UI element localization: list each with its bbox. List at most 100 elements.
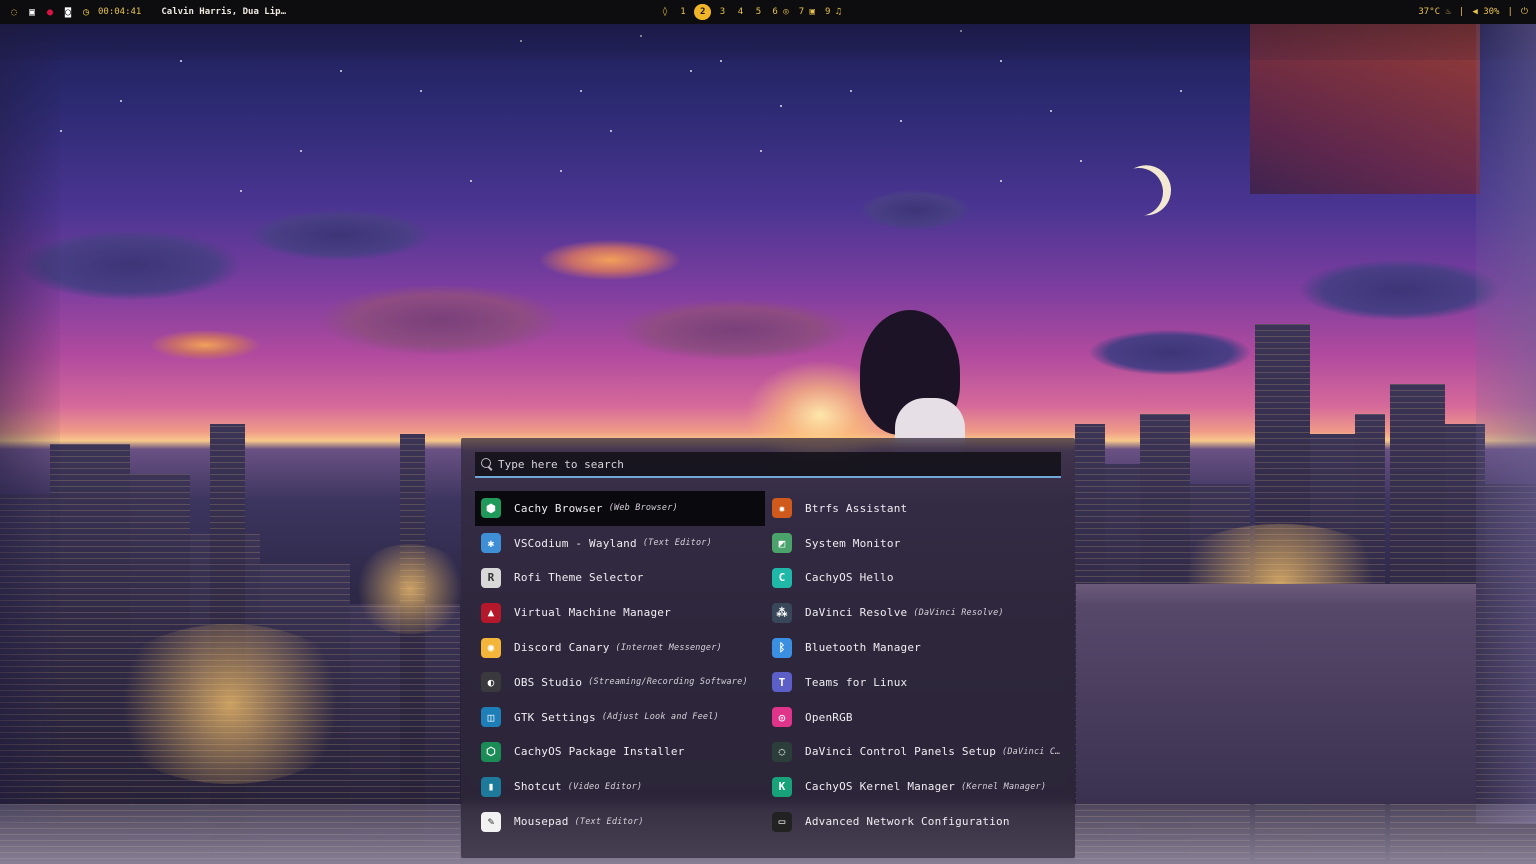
launcher-item[interactable]: ✎ Mousepad (Text Editor) bbox=[475, 804, 765, 839]
app-name: DaVinci Control Panels Setup bbox=[805, 745, 997, 759]
launcher-item[interactable]: ▮ Shotcut (Video Editor) bbox=[475, 769, 765, 804]
launcher-item[interactable]: ✱ VSCodium - Wayland (Text Editor) bbox=[475, 526, 765, 561]
app-name: OpenRGB bbox=[805, 710, 853, 724]
discord-tray-icon[interactable]: ◙ bbox=[62, 6, 74, 18]
crescent-moon bbox=[1108, 161, 1170, 223]
app-name: CachyOS Kernel Manager bbox=[805, 780, 956, 794]
recording-icon[interactable]: ● bbox=[44, 6, 56, 18]
app-description: (DaVinci Contr… bbox=[1002, 746, 1061, 757]
launcher-item[interactable]: ⁂ DaVinci Resolve (DaVinci Resolve) bbox=[766, 595, 1061, 630]
app-name: Cachy Browser bbox=[514, 501, 603, 515]
app-name: VSCodium - Wayland bbox=[514, 536, 637, 550]
gtk-settings-icon: ◫ bbox=[481, 707, 501, 728]
launcher-item[interactable]: ◎ OpenRGB bbox=[766, 700, 1061, 735]
cloud bbox=[1300, 260, 1500, 320]
launcher-item[interactable]: K CachyOS Kernel Manager (Kernel Manager) bbox=[766, 769, 1061, 804]
volume-readout[interactable]: ◀ 30% bbox=[1472, 7, 1499, 17]
launcher-item[interactable]: ◌ DaVinci Control Panels Setup (DaVinci Co… bbox=[766, 735, 1061, 770]
search-icon bbox=[481, 458, 493, 470]
obs-studio-icon: ◐ bbox=[481, 672, 501, 693]
star bbox=[120, 100, 122, 102]
star bbox=[690, 70, 692, 72]
discord-canary-icon: ◉ bbox=[481, 637, 501, 658]
window-frame-left bbox=[0, 20, 60, 824]
launcher-item[interactable]: ⬡ CachyOS Package Installer bbox=[475, 735, 765, 770]
media-title[interactable]: Calvin Harris, Dua Lip… bbox=[161, 7, 286, 17]
mousepad-icon: ✎ bbox=[481, 811, 501, 832]
search-input[interactable] bbox=[498, 457, 1061, 471]
launcher-item[interactable]: C CachyOS Hello bbox=[766, 561, 1061, 596]
app-name: CachyOS Package Installer bbox=[514, 745, 685, 759]
rofi-theme-icon: R bbox=[481, 567, 501, 588]
launcher-item[interactable]: ✹ Btrfs Assistant bbox=[766, 491, 1061, 526]
workspace-3[interactable]: 3 bbox=[715, 4, 729, 20]
app-description: (Internet Messenger) bbox=[615, 642, 722, 653]
monitor-icon[interactable]: ▣ bbox=[26, 6, 38, 18]
star bbox=[180, 60, 182, 62]
vscodium-icon: ✱ bbox=[481, 533, 501, 554]
rooftop-ledge bbox=[1076, 584, 1476, 804]
star bbox=[900, 120, 902, 122]
star bbox=[1180, 90, 1182, 92]
star bbox=[580, 90, 582, 92]
app-description: (Kernel Manager) bbox=[961, 781, 1047, 792]
workspace-switcher: ◊ 1 2 3 4 5 6 ◎ 7 ▣ 9 ♫ bbox=[658, 0, 844, 24]
launcher-item[interactable]: T Teams for Linux bbox=[766, 665, 1061, 700]
bar-right-section: 37°C ♨ | ◀ 30% | ⏻ bbox=[1418, 0, 1528, 24]
launcher-item[interactable]: ◉ Discord Canary (Internet Messenger) bbox=[475, 630, 765, 665]
workspace-5[interactable]: 5 bbox=[751, 4, 765, 20]
app-name: Advanced Network Configuration bbox=[805, 815, 1010, 829]
launcher-item[interactable]: ▭ Advanced Network Configuration bbox=[766, 804, 1061, 839]
power-icon[interactable]: ⏻ bbox=[1521, 7, 1528, 17]
star bbox=[1050, 110, 1052, 112]
clock-icon: ◷ bbox=[82, 6, 90, 18]
star bbox=[300, 150, 302, 152]
workspace-4[interactable]: 4 bbox=[733, 4, 747, 20]
star bbox=[420, 90, 422, 92]
cloud bbox=[540, 240, 680, 280]
girl-silhouette bbox=[860, 310, 970, 443]
workspace-1[interactable]: 1 bbox=[676, 4, 690, 20]
workspace-2[interactable]: 2 bbox=[694, 4, 712, 20]
separator: | bbox=[1507, 7, 1513, 17]
app-name: Virtual Machine Manager bbox=[514, 606, 671, 620]
launcher-item[interactable]: ⬢ Cachy Browser (Web Browser) bbox=[475, 491, 765, 526]
cachy-browser-icon: ⬢ bbox=[481, 498, 501, 519]
app-list: ⬢ Cachy Browser (Web Browser) ✹ Btrfs Assist… bbox=[475, 491, 1061, 839]
star bbox=[610, 130, 612, 132]
speaker-icon: ◀ bbox=[1472, 7, 1478, 17]
app-name: Mousepad bbox=[514, 815, 569, 829]
bar-left-section: ◌ ▣ ● ◙ ◷ 00:04:41 Calvin Harris, Dua Li… bbox=[8, 0, 286, 24]
workspace-9[interactable]: 9 ♫ bbox=[822, 4, 844, 20]
system-monitor-icon: ◩ bbox=[772, 533, 792, 554]
kernel-manager-icon: K bbox=[772, 776, 792, 797]
launcher-item[interactable]: ◐ OBS Studio (Streaming/Recording Software… bbox=[475, 665, 765, 700]
star bbox=[760, 150, 762, 152]
workspace-7[interactable]: 7 ▣ bbox=[796, 4, 818, 20]
cloud bbox=[860, 190, 970, 230]
star bbox=[240, 190, 242, 192]
star bbox=[470, 180, 472, 182]
launcher-item[interactable]: ▲ Virtual Machine Manager bbox=[475, 595, 765, 630]
davinci-control-icon: ◌ bbox=[772, 741, 792, 762]
hidden-eye-icon[interactable]: ◌ bbox=[8, 6, 20, 18]
window-frame-right bbox=[1476, 20, 1536, 824]
launcher-item[interactable]: ᛒ Bluetooth Manager bbox=[766, 630, 1061, 665]
app-description: (DaVinci Resolve) bbox=[913, 607, 1004, 618]
teams-icon: T bbox=[772, 672, 792, 693]
cachyos-hello-icon: C bbox=[772, 567, 792, 588]
app-description: (Adjust Look and Feel) bbox=[601, 712, 719, 723]
app-name: Rofi Theme Selector bbox=[514, 571, 644, 585]
volume-value: 30% bbox=[1483, 7, 1500, 17]
launcher-item[interactable]: ◩ System Monitor bbox=[766, 526, 1061, 561]
idle-flame-icon[interactable]: ◊ bbox=[658, 4, 672, 20]
app-name: Btrfs Assistant bbox=[805, 501, 908, 515]
app-description: (Text Editor) bbox=[574, 816, 644, 827]
app-name: GTK Settings bbox=[514, 710, 596, 724]
app-description: (Text Editor) bbox=[642, 538, 712, 549]
workspace-6[interactable]: 6 ◎ bbox=[769, 4, 791, 20]
temperature-readout[interactable]: 37°C ♨ bbox=[1418, 7, 1451, 17]
launcher-item[interactable]: ◫ GTK Settings (Adjust Look and Feel) bbox=[475, 700, 765, 735]
star bbox=[1000, 60, 1002, 62]
launcher-item[interactable]: R Rofi Theme Selector bbox=[475, 561, 765, 596]
